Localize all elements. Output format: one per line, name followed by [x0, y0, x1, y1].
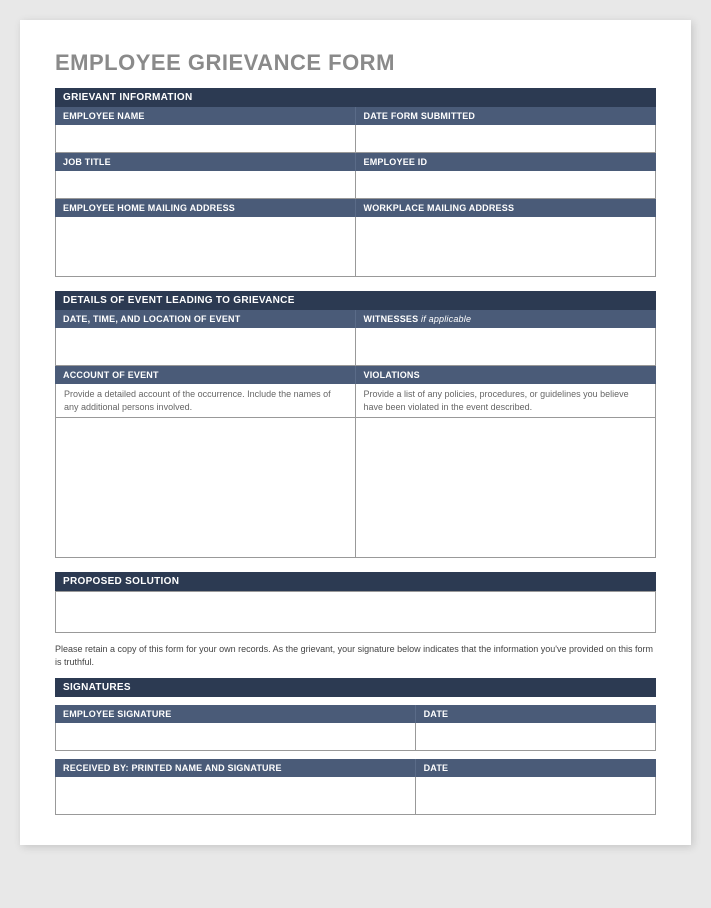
form-title: EMPLOYEE GRIEVANCE FORM	[55, 50, 656, 76]
input-witnesses[interactable]	[356, 328, 657, 366]
hint-violations: Provide a list of any policies, procedur…	[356, 384, 657, 418]
label-date-submitted: DATE FORM SUBMITTED	[356, 107, 657, 125]
input-signature-date2[interactable]	[416, 777, 656, 815]
label-employee-name: EMPLOYEE NAME	[55, 107, 356, 125]
input-date-submitted[interactable]	[356, 125, 657, 153]
label-received-by: RECEIVED BY: PRINTED NAME AND SIGNATURE	[55, 759, 416, 777]
input-employee-id[interactable]	[356, 171, 657, 199]
input-violations[interactable]	[356, 418, 657, 558]
label-job-title: JOB TITLE	[55, 153, 356, 171]
section-solution-header: PROPOSED SOLUTION	[55, 572, 656, 591]
label-date-time-location: DATE, TIME, AND LOCATION OF EVENT	[55, 310, 356, 328]
label-signature-date2: DATE	[416, 759, 656, 777]
label-employee-id: EMPLOYEE ID	[356, 153, 657, 171]
label-account: ACCOUNT OF EVENT	[55, 366, 356, 384]
input-signature-date1[interactable]	[416, 723, 656, 751]
input-job-title[interactable]	[55, 171, 356, 199]
label-employee-signature: EMPLOYEE SIGNATURE	[55, 705, 416, 723]
label-witnesses: WITNESSES if applicable	[356, 310, 657, 328]
input-employee-signature[interactable]	[55, 723, 416, 751]
section-grievant-header: GRIEVANT INFORMATION	[55, 88, 656, 107]
form-page: EMPLOYEE GRIEVANCE FORM GRIEVANT INFORMA…	[20, 20, 691, 845]
witnesses-bold: WITNESSES	[364, 314, 419, 324]
witnesses-suffix: if applicable	[418, 314, 471, 324]
label-workplace-address: WORKPLACE MAILING ADDRESS	[356, 199, 657, 217]
input-account[interactable]	[55, 418, 356, 558]
section-signatures-header: SIGNATURES	[55, 678, 656, 697]
label-signature-date1: DATE	[416, 705, 656, 723]
input-date-time-location[interactable]	[55, 328, 356, 366]
input-solution[interactable]	[55, 591, 656, 633]
input-employee-name[interactable]	[55, 125, 356, 153]
hint-account: Provide a detailed account of the occurr…	[55, 384, 356, 418]
input-workplace-address[interactable]	[356, 217, 657, 277]
label-violations: VIOLATIONS	[356, 366, 657, 384]
input-home-address[interactable]	[55, 217, 356, 277]
section-details-header: DETAILS OF EVENT LEADING TO GRIEVANCE	[55, 291, 656, 310]
input-received-by[interactable]	[55, 777, 416, 815]
disclaimer-text: Please retain a copy of this form for yo…	[55, 643, 656, 668]
label-home-address: EMPLOYEE HOME MAILING ADDRESS	[55, 199, 356, 217]
